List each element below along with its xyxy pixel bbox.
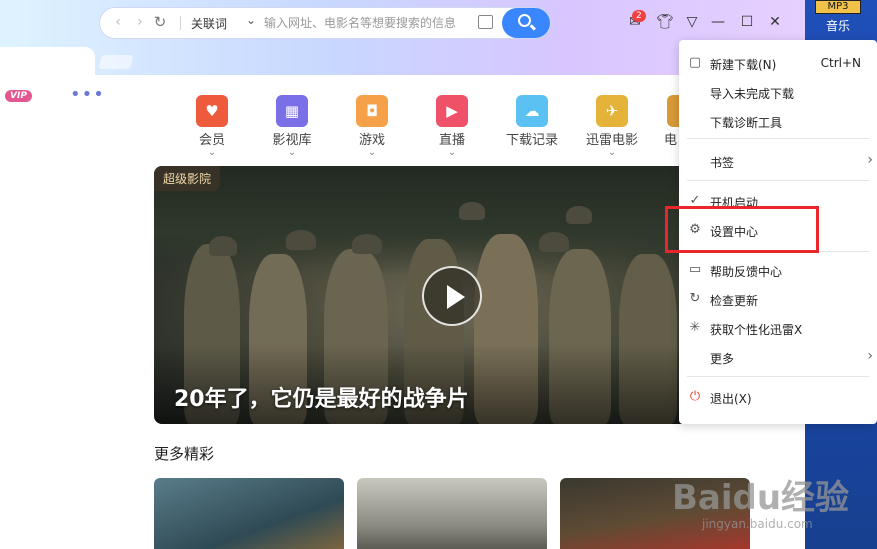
thumbnail-card[interactable]: [357, 478, 547, 549]
back-icon[interactable]: ‹: [110, 14, 126, 30]
watermark-text: Baidu经验: [672, 478, 850, 518]
forward-icon[interactable]: ›: [132, 14, 148, 30]
menu-item-label: 更多: [710, 352, 735, 366]
menu-divider: [687, 138, 869, 139]
search-input[interactable]: [264, 13, 474, 33]
chevron-down-icon: ⌄: [207, 147, 217, 158]
new-download-icon: ▢: [688, 55, 702, 70]
watermark-url: jingyan.baidu.com: [702, 517, 813, 531]
shortcut-label: Ctrl+N: [820, 56, 861, 70]
tab-home[interactable]: [0, 47, 95, 75]
menu-item-exit[interactable]: ⏻ 退出(X): [679, 383, 877, 412]
chevron-right-icon: ›: [867, 348, 873, 364]
feature-label: 影视库: [272, 133, 312, 148]
menu-item-personalize[interactable]: ✳ 获取个性化迅雷X: [679, 314, 877, 343]
feature-film-library[interactable]: ▦ 影视库 ⌄: [256, 95, 328, 158]
skin-icon[interactable]: 👕︎: [655, 12, 675, 32]
menu-item-label: 下载诊断工具: [710, 116, 783, 130]
chevron-down-icon: ⌄: [607, 147, 617, 158]
feature-download-history[interactable]: ☁ 下载记录: [496, 95, 568, 148]
address-bar: ‹ › ↻ 关联词 ⌄: [100, 8, 550, 38]
chevron-right-icon: ›: [867, 152, 873, 168]
feature-label: 下载记录: [505, 133, 558, 148]
vip-badge[interactable]: VIP: [5, 90, 32, 102]
minimize-icon[interactable]: —: [708, 12, 728, 32]
play-button[interactable]: [422, 266, 482, 326]
menu-item-label: 获取个性化迅雷X: [710, 323, 803, 337]
vip-heart-icon: ♥: [196, 95, 228, 127]
menu-item-label: 帮助反馈中心: [710, 265, 783, 279]
bird-icon: ✈: [596, 95, 628, 127]
menu-item-check-update[interactable]: ↻ 检查更新: [679, 285, 877, 314]
divider: [180, 16, 181, 30]
feature-thunder-movie[interactable]: ✈ 迅雷电影 ⌄: [576, 95, 648, 158]
feature-games[interactable]: ◘ 游戏 ⌄: [336, 95, 408, 158]
chevron-down-icon: ⌄: [287, 147, 297, 158]
menu-divider: [687, 180, 869, 181]
hero-caption[interactable]: 20年了，它仍是最好的战争片: [174, 381, 469, 413]
chevron-down-icon: ⌄: [367, 147, 377, 158]
chevron-down-icon: ⌄: [447, 147, 457, 158]
feature-vip[interactable]: ♥ 会员 ⌄: [176, 95, 248, 158]
menu-item-import-unfinished[interactable]: 导入未完成下载: [679, 78, 877, 107]
gamepad-icon: ◘: [356, 95, 388, 127]
refresh-icon: ↻: [689, 291, 701, 306]
thumbnail-card[interactable]: [154, 478, 344, 549]
bookmark-icon[interactable]: [478, 15, 493, 29]
assoc-word-label[interactable]: 关联词: [191, 15, 227, 32]
chevron-down-icon[interactable]: ⌄: [246, 13, 256, 27]
tv-icon: ▶: [436, 95, 468, 127]
feedback-icon: ▭: [688, 262, 702, 277]
refresh-icon[interactable]: ↻: [152, 13, 168, 31]
menu-item-label: 书签: [710, 156, 735, 170]
menu-item-label: 新建下载(N): [710, 58, 777, 72]
notification-badge: 2: [632, 10, 646, 22]
menu-item-diagnostic-tool[interactable]: 下载诊断工具: [679, 107, 877, 136]
main-menu-icon[interactable]: ▽: [682, 12, 702, 32]
menu-item-bookmarks[interactable]: 书签 ›: [679, 147, 877, 176]
section-title: 更多精彩: [154, 445, 215, 463]
film-icon: ▦: [276, 95, 308, 127]
feature-label: 游戏: [358, 133, 385, 148]
feature-label: 会员: [198, 133, 225, 148]
mp3-desktop-icon[interactable]: MP3: [815, 0, 861, 14]
new-tab-button[interactable]: [98, 55, 134, 69]
baidu-watermark: Baidu经验 jingyan.baidu.com: [672, 470, 849, 531]
menu-item-label: 导入未完成下载: [710, 87, 795, 101]
more-options-icon[interactable]: •••: [70, 84, 105, 105]
hero-banner[interactable]: 超级影院 20年了，它仍是最好的战争片: [154, 166, 750, 424]
sparkle-icon: ✳: [689, 320, 701, 335]
settings-highlight-box: [665, 206, 819, 253]
hero-tag: 超级影院: [154, 166, 221, 191]
menu-item-more[interactable]: 更多 ›: [679, 343, 877, 372]
close-icon[interactable]: ✕: [765, 12, 785, 32]
feature-label: 直播: [438, 133, 465, 148]
feature-live[interactable]: ▶ 直播 ⌄: [416, 95, 488, 158]
menu-item-new-download[interactable]: ▢ 新建下载(N) Ctrl+N: [679, 49, 877, 78]
menu-item-help-feedback[interactable]: ▭ 帮助反馈中心: [679, 256, 877, 285]
maximize-icon[interactable]: ☐: [737, 12, 757, 32]
power-icon: ⏻: [689, 389, 701, 404]
desktop-icon-label: 音乐: [825, 19, 850, 33]
menu-item-label: 退出(X): [710, 392, 752, 406]
menu-divider: [687, 376, 869, 377]
search-button[interactable]: [502, 8, 550, 38]
cloud-icon: ☁: [516, 95, 548, 127]
menu-item-label: 检查更新: [710, 294, 759, 308]
feature-label: 迅雷电影: [585, 133, 638, 148]
play-icon: [447, 285, 465, 309]
